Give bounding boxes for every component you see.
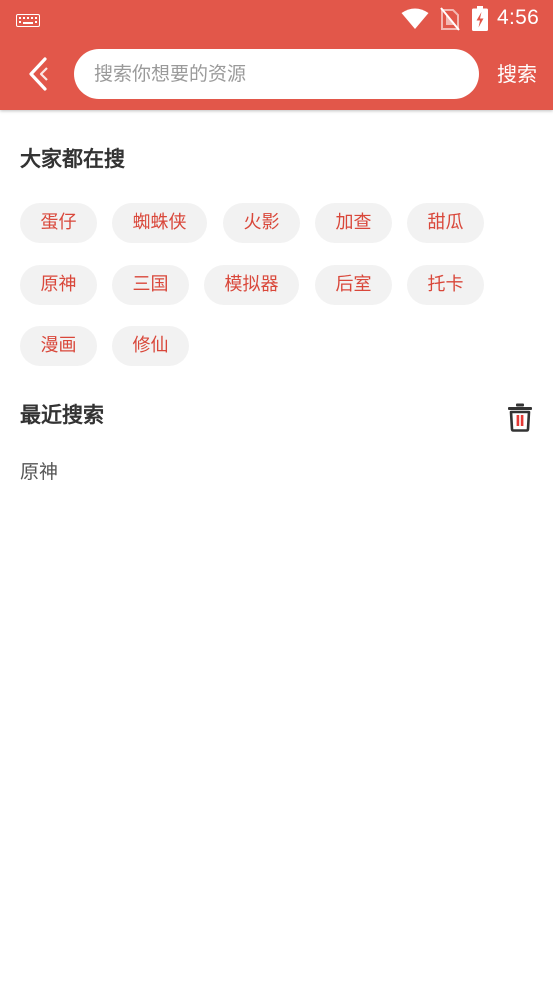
hot-tag[interactable]: 三国 bbox=[112, 265, 189, 305]
search-button[interactable]: 搜索 bbox=[488, 58, 546, 90]
top-app-bar: 4:56 搜索 bbox=[0, 0, 553, 110]
wifi-icon bbox=[401, 8, 429, 34]
hot-tag[interactable]: 修仙 bbox=[112, 326, 189, 366]
keyboard-icon bbox=[16, 12, 40, 31]
history-item[interactable]: 原神 bbox=[20, 457, 58, 484]
hot-tag[interactable]: 后室 bbox=[315, 265, 392, 305]
clear-history-button[interactable] bbox=[506, 402, 536, 432]
trash-icon bbox=[508, 403, 532, 432]
hot-tag[interactable]: 火影 bbox=[223, 203, 300, 243]
recent-searches-title: 最近搜索 bbox=[20, 403, 104, 427]
battery-charging-icon bbox=[472, 6, 488, 35]
hot-tag[interactable]: 原神 bbox=[20, 265, 97, 305]
search-input[interactable] bbox=[94, 63, 459, 85]
hot-searches-title: 大家都在搜 bbox=[20, 147, 125, 171]
hot-tag[interactable]: 蛋仔 bbox=[20, 203, 97, 243]
status-clock: 4:56 bbox=[497, 6, 540, 29]
hot-tag[interactable]: 托卡 bbox=[407, 265, 484, 305]
hot-tag[interactable]: 甜瓜 bbox=[407, 203, 484, 243]
hot-tag[interactable]: 蜘蛛侠 bbox=[112, 203, 207, 243]
back-arrow-icon bbox=[29, 57, 48, 91]
hot-tag[interactable]: 加查 bbox=[315, 203, 392, 243]
hot-tag[interactable]: 漫画 bbox=[20, 326, 97, 366]
hot-tag[interactable]: 模拟器 bbox=[204, 265, 299, 305]
status-bar: 4:56 bbox=[0, 0, 553, 38]
back-button[interactable] bbox=[14, 50, 62, 98]
search-box[interactable] bbox=[74, 49, 479, 99]
no-sim-icon bbox=[440, 7, 460, 35]
